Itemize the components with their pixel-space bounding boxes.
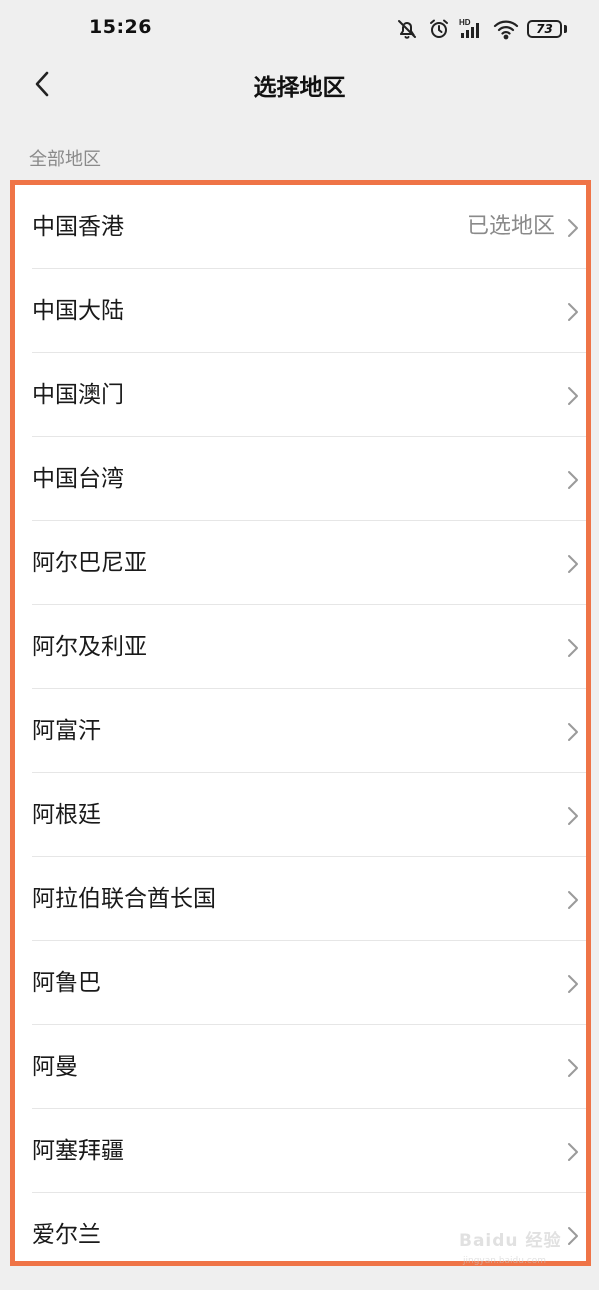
section-header: 全部地区	[29, 149, 101, 170]
region-row-oman[interactable]: 阿曼	[15, 1025, 586, 1109]
page-title: 选择地区	[253, 75, 346, 101]
region-name: 阿尔巴尼亚	[32, 550, 147, 576]
chevron-right-icon	[568, 1059, 578, 1077]
nav-bar: 选择地区	[0, 56, 599, 112]
hd-signal-icon: HD	[459, 17, 485, 41]
region-name: 中国台湾	[32, 466, 124, 492]
region-row-afghanistan[interactable]: 阿富汗	[15, 689, 586, 773]
region-row-algeria[interactable]: 阿尔及利亚	[15, 605, 586, 689]
region-name: 中国香港	[32, 214, 124, 240]
region-name: 阿拉伯联合酋长国	[32, 886, 216, 912]
chevron-right-icon	[568, 303, 578, 321]
alarm-icon	[427, 17, 451, 41]
chevron-right-icon	[568, 639, 578, 657]
region-name: 阿曼	[32, 1054, 78, 1080]
region-name: 阿尔及利亚	[32, 634, 147, 660]
selected-region-label: 已选地区	[466, 214, 555, 239]
status-bar: 15:26 HD 73	[0, 0, 599, 56]
battery-level: 73	[527, 20, 562, 38]
chevron-right-icon	[568, 723, 578, 741]
chevron-right-icon	[568, 471, 578, 489]
region-name: 阿塞拜疆	[32, 1138, 124, 1164]
region-row-azerbaijan[interactable]: 阿塞拜疆	[15, 1109, 586, 1193]
chevron-right-icon	[568, 1143, 578, 1161]
region-name: 中国大陆	[32, 298, 124, 324]
region-row-aruba[interactable]: 阿鲁巴	[15, 941, 586, 1025]
region-row-macau[interactable]: 中国澳门	[15, 353, 586, 437]
region-row-mainland-china[interactable]: 中国大陆	[15, 269, 586, 353]
mute-icon	[395, 17, 419, 41]
region-name: 阿根廷	[32, 802, 101, 828]
region-name: 阿鲁巴	[32, 970, 101, 996]
region-row-albania[interactable]: 阿尔巴尼亚	[15, 521, 586, 605]
region-name: 阿富汗	[32, 718, 101, 744]
battery-icon: 73	[527, 19, 567, 39]
chevron-right-icon	[568, 219, 578, 237]
chevron-right-icon	[568, 387, 578, 405]
region-row-argentina[interactable]: 阿根廷	[15, 773, 586, 857]
chevron-right-icon	[568, 975, 578, 993]
region-row-taiwan[interactable]: 中国台湾	[15, 437, 586, 521]
region-name: 中国澳门	[32, 382, 124, 408]
svg-text:HD: HD	[459, 18, 471, 27]
region-row-uae[interactable]: 阿拉伯联合酋长国	[15, 857, 586, 941]
chevron-right-icon	[568, 891, 578, 909]
status-time: 15:26	[89, 16, 152, 38]
region-name: 爱尔兰	[32, 1222, 101, 1248]
wifi-icon	[493, 17, 519, 41]
region-row-hong-kong[interactable]: 中国香港 已选地区	[15, 185, 586, 269]
chevron-right-icon	[568, 555, 578, 573]
baidu-watermark: Baidu 经验 jingyan.baidu.com	[455, 1222, 585, 1282]
watermark-sub: jingyan.baidu.com	[463, 1256, 547, 1266]
chevron-right-icon	[568, 807, 578, 825]
region-list: 中国香港 已选地区 中国大陆 中国澳门 中国台湾 阿尔巴尼亚 阿尔及利亚 阿富汗…	[10, 180, 591, 1266]
watermark-text: Baidu 经验	[459, 1231, 562, 1251]
status-icons: HD 73	[395, 15, 567, 43]
